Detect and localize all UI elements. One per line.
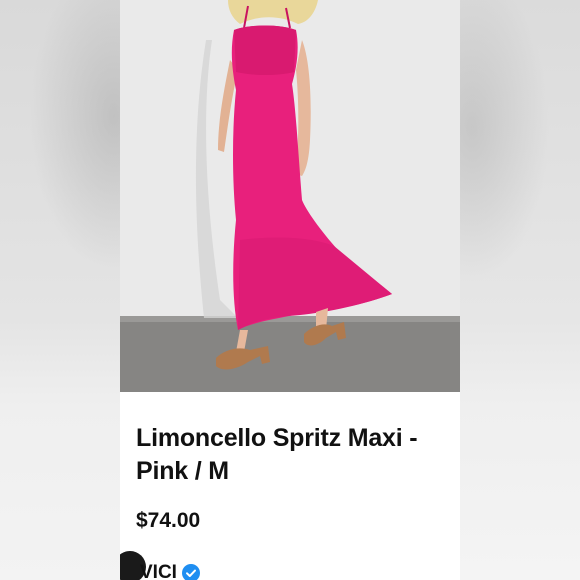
product-photo[interactable] bbox=[120, 0, 460, 392]
seller-row[interactable]: VICI bbox=[120, 550, 200, 580]
blurred-background-right bbox=[460, 0, 580, 580]
listing-card[interactable]: Limoncello Spritz Maxi - Pink / M $74.00… bbox=[120, 0, 460, 580]
listing-price: $74.00 bbox=[136, 509, 201, 532]
listing-title[interactable]: Limoncello Spritz Maxi - Pink / M bbox=[136, 422, 456, 488]
listing-info: Limoncello Spritz Maxi - Pink / M $74.00… bbox=[120, 392, 460, 580]
screenshot-frame: Limoncello Spritz Maxi - Pink / M $74.00… bbox=[0, 0, 580, 580]
seller-name[interactable]: VICI bbox=[140, 562, 177, 580]
product-photo-illustration bbox=[120, 0, 460, 392]
verified-check-icon bbox=[181, 564, 200, 580]
blurred-background-left bbox=[0, 0, 120, 580]
